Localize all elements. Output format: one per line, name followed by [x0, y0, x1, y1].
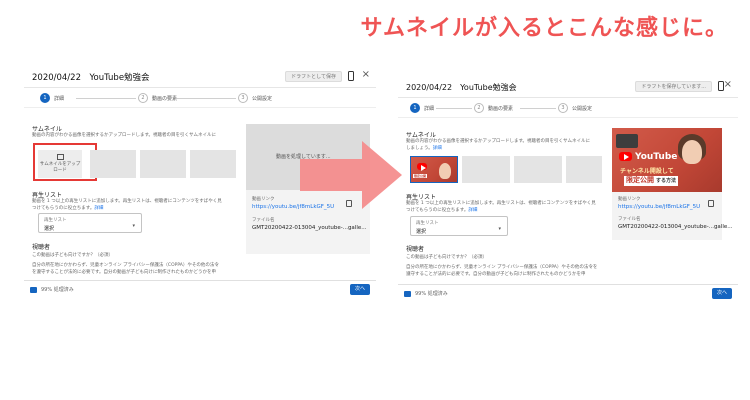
audience-question: この動画は子ども向けですか？（必須）	[32, 253, 113, 258]
video-preview-card: YouTube チャンネル開設して 限定公開 する方法 動画リンク https:/…	[612, 128, 733, 240]
headline-caption: サムネイルが入るとこんな感じに。	[360, 16, 728, 41]
step-visibility[interactable]: 3 公開設定	[558, 103, 592, 113]
learn-more-link[interactable]: 詳細	[94, 206, 103, 211]
thumbnail-banner: 限定公開	[413, 174, 428, 178]
close-icon[interactable]: ×	[362, 69, 370, 81]
select-label: 再生リスト	[416, 221, 439, 226]
stepper: 1 詳細 2 動画の要素 3 公開設定	[24, 88, 376, 108]
dialog-header: 2020/04/22 YouTube勉強会 ドラフトとして保存 ×	[24, 66, 376, 88]
file-name-label: ファイル名	[252, 218, 275, 223]
thumbnail-person	[439, 163, 451, 179]
stepper: 1 詳細 2 動画の要素 3 公開設定	[398, 98, 738, 118]
play-icon	[417, 163, 427, 171]
auto-thumbnail-option[interactable]	[566, 156, 602, 183]
auto-thumbnail-option[interactable]	[190, 150, 236, 178]
phone-icon[interactable]	[348, 71, 354, 81]
next-button[interactable]: 次へ	[349, 284, 370, 295]
step-details[interactable]: 1 詳細	[40, 93, 64, 103]
step-details[interactable]: 1 詳細	[410, 103, 434, 113]
right-arrow-icon	[300, 141, 402, 209]
step-label: 公開設定	[252, 95, 273, 102]
play-icon	[619, 152, 632, 161]
thumbnail-preview-image: YouTube チャンネル開設して 限定公開 する方法	[612, 128, 722, 192]
thumbnail-caption-1: チャンネル開設して	[620, 168, 674, 175]
file-name: GMT20200422-013004_youtube-...galle...	[252, 225, 367, 231]
auto-thumbnail-option[interactable]	[462, 156, 510, 183]
dialog-title: 2020/04/22 YouTube勉強会	[406, 83, 517, 92]
audience-heading: 視聴者	[32, 244, 51, 251]
step-connector	[520, 108, 556, 109]
thumbnail-description: 動画の内容がわかる画像を選択するかアップロードします。視聴者の目を引くサムネイル…	[32, 133, 216, 138]
step-label: 動画の要素	[488, 105, 514, 112]
step-label: 詳細	[54, 95, 65, 102]
playlist-description: 動画を 1 つ以上の再生リストに追加します。再生リストは、視聴者にコンテンツをす…	[32, 199, 222, 204]
select-label: 再生リスト	[44, 218, 67, 223]
video-link[interactable]: https://youtu.be/jf8mLkGF_5U	[618, 204, 700, 210]
step-connector	[176, 98, 236, 99]
learn-more-link[interactable]: 詳細	[433, 146, 442, 151]
file-name-label: ファイル名	[618, 217, 641, 222]
highlight-outline	[33, 143, 97, 181]
step-video-elements[interactable]: 2 動画の要素	[138, 93, 177, 103]
hd-icon	[404, 291, 411, 297]
thumbnail-caption-2: 限定公開 する方法	[624, 176, 679, 186]
copy-icon[interactable]	[708, 200, 714, 207]
learn-more-link[interactable]: 詳細	[468, 208, 477, 213]
thumbnail-description: 動画の内容がわかる画像を選択するかアップロードします。視聴者の目を引くサムネイル…	[406, 139, 590, 144]
step-number: 3	[238, 93, 248, 103]
step-connector	[436, 108, 472, 109]
auto-thumbnail-option[interactable]	[514, 156, 562, 183]
hd-icon	[30, 287, 37, 293]
step-number: 1	[410, 103, 420, 113]
dialog-footer: 99% 処理済み 次へ	[398, 284, 738, 302]
playlist-description: 動画を 1 つ以上の再生リストに追加します。再生リストは、視聴者にコンテンツをす…	[406, 201, 596, 206]
chevron-down-icon: ▾	[498, 226, 501, 232]
step-label: 公開設定	[572, 105, 593, 112]
playlist-select[interactable]: 再生リスト 選択 ▾	[38, 213, 142, 233]
thumbnail-person	[682, 140, 702, 164]
processing-status: 99% 処理済み	[41, 287, 74, 293]
step-number: 1	[40, 93, 50, 103]
laptop-graphic	[616, 134, 638, 148]
video-link-label: 動画リンク	[618, 197, 641, 202]
file-name: GMT20200422-013004_youtube-...galle...	[618, 224, 733, 230]
auto-thumbnail-option[interactable]	[140, 150, 186, 178]
step-label: 動画の要素	[152, 95, 178, 102]
audience-description: 自分の所在地にかかわらず、児童オンライン プライバシー保護法（COPPA）やその…	[406, 265, 598, 270]
select-value: 選択	[416, 229, 427, 235]
step-label: 詳細	[424, 105, 435, 112]
step-visibility[interactable]: 3 公開設定	[238, 93, 272, 103]
audience-description-2: 遵守することが法的に必要です。自分の動画が子ども向けに制作されたものかどうかを申	[406, 272, 586, 277]
upload-dialog-after: 2020/04/22 YouTube勉強会 ドラフトを保存しています... × …	[398, 76, 738, 302]
step-number: 2	[474, 103, 484, 113]
auto-thumbnail-option[interactable]	[90, 150, 136, 178]
save-draft-button[interactable]: ドラフトとして保存	[285, 71, 342, 82]
video-link-label: 動画リンク	[252, 197, 275, 202]
dialog-title: 2020/04/22 YouTube勉強会	[32, 73, 150, 83]
audience-heading: 視聴者	[406, 246, 425, 253]
thumbnail-description-2: しましょう。詳細	[406, 146, 442, 151]
selected-thumbnail[interactable]: 限定公開	[410, 156, 458, 183]
dialog-footer: 99% 処理済み 次へ	[24, 280, 376, 298]
processing-status: 99% 処理済み	[415, 291, 448, 297]
step-connector	[76, 98, 136, 99]
audience-description-2: を遵守することが法的に必要です。自分の動画が子ども向けに制作されたものかどうかを…	[32, 270, 217, 275]
playlist-description-2: つけてもらうのに役立ちます。詳細	[32, 206, 104, 211]
playlist-description-2: つけてもらうのに役立ちます。詳細	[406, 208, 478, 213]
audience-question: この動画は子ども向けですか？（必須）	[406, 255, 487, 260]
step-video-elements[interactable]: 2 動画の要素	[474, 103, 513, 113]
audience-description: 自分の所在地にかかわらず、児童オンライン プライバシー保護法（COPPA）やその…	[32, 263, 219, 268]
close-icon[interactable]: ×	[724, 79, 732, 91]
playlist-select[interactable]: 再生リスト 選択 ▾	[410, 216, 508, 236]
thumbnail-logo-text: YouTube	[635, 152, 678, 162]
step-number: 3	[558, 103, 568, 113]
select-value: 選択	[44, 226, 55, 232]
next-button[interactable]: 次へ	[711, 288, 732, 299]
step-number: 2	[138, 93, 148, 103]
save-draft-button[interactable]: ドラフトを保存しています...	[635, 81, 712, 92]
dialog-header: 2020/04/22 YouTube勉強会 ドラフトを保存しています... ×	[398, 76, 738, 98]
chevron-down-icon: ▾	[132, 223, 135, 229]
